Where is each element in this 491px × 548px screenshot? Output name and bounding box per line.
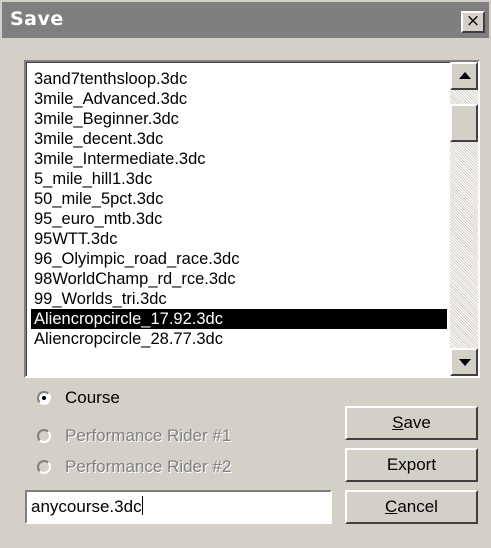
vertical-scrollbar[interactable]	[450, 62, 478, 376]
text-caret	[141, 496, 143, 515]
scroll-up-button[interactable]	[450, 62, 478, 90]
scroll-down-button[interactable]	[450, 348, 478, 376]
cancel-button[interactable]: Cancel	[345, 490, 478, 524]
list-item[interactable]: 5_mile_hill1.3dc	[31, 169, 447, 189]
cancel-accelerator: C	[385, 497, 398, 516]
file-list[interactable]: 3and7tenthsloop.3dc 3mile_Advanced.3dc 3…	[24, 60, 480, 378]
file-list-items: 3and7tenthsloop.3dc 3mile_Advanced.3dc 3…	[26, 62, 450, 376]
scroll-thumb[interactable]	[450, 104, 478, 142]
list-item[interactable]: Aliencropcircle_28.77.3dc	[31, 329, 447, 349]
radio-label: Course	[65, 388, 120, 407]
save-button-label: Save	[392, 413, 431, 432]
arrow-up-icon	[459, 72, 471, 79]
close-icon: ×	[465, 11, 481, 31]
radio-label: Performance Rider #1	[65, 426, 232, 445]
list-item[interactable]: 3mile_Intermediate.3dc	[31, 149, 447, 169]
list-item[interactable]: 3mile_Beginner.3dc	[31, 109, 447, 129]
save-dialog: Save × 3and7tenthsloop.3dc 3mile_Advance…	[0, 0, 491, 548]
radio-selected-dot	[42, 396, 46, 400]
title-bar[interactable]: Save ×	[2, 2, 489, 38]
export-button[interactable]: Export	[345, 448, 478, 482]
list-item[interactable]: 96_Olyimpic_road_race.3dc	[31, 249, 447, 269]
list-item-selected[interactable]: Aliencropcircle_17.92.3dc	[31, 309, 447, 329]
arrow-down-icon	[459, 359, 471, 366]
cancel-button-label: Cancel	[385, 497, 438, 516]
list-item[interactable]: 99_Worlds_tri.3dc	[31, 289, 447, 309]
export-button-label: Export	[386, 455, 437, 474]
radio-button[interactable]	[37, 460, 51, 474]
dialog-title: Save	[10, 8, 64, 30]
filename-input[interactable]: anycourse.3dc	[25, 490, 332, 524]
list-item[interactable]: 50_mile_5pct.3dc	[31, 189, 447, 209]
list-item[interactable]: 95WTT.3dc	[31, 229, 447, 249]
filename-value: anycourse.3dc	[31, 497, 142, 516]
radio-label: Performance Rider #2	[65, 457, 232, 476]
list-item[interactable]: 3and7tenthsloop.3dc	[31, 69, 447, 89]
save-accelerator: S	[392, 413, 404, 432]
save-button[interactable]: Save	[345, 406, 478, 440]
close-button[interactable]: ×	[461, 11, 485, 33]
list-item[interactable]: 3mile_Advanced.3dc	[31, 89, 447, 109]
list-item[interactable]: 3mile_decent.3dc	[31, 129, 447, 149]
list-item[interactable]: 98WorldChamp_rd_rce.3dc	[31, 269, 447, 289]
radio-button[interactable]	[37, 391, 51, 405]
radio-button[interactable]	[37, 429, 51, 443]
list-item[interactable]: 95_euro_mtb.3dc	[31, 209, 447, 229]
